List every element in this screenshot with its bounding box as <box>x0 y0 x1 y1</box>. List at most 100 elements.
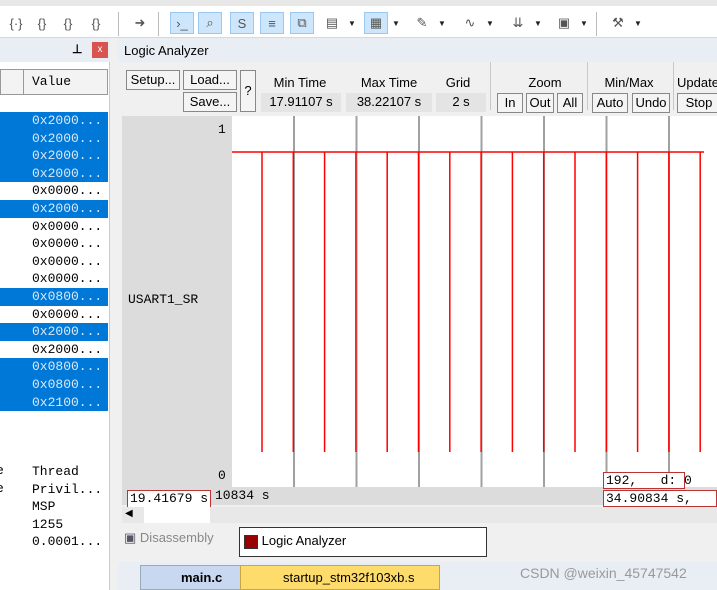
max-time-value: 38.22107 s <box>346 93 432 112</box>
brace-run-to-cursor-icon[interactable]: {} <box>84 12 108 34</box>
watermark: CSDN @weixin_45747542 <box>520 565 687 581</box>
toolbox-icon[interactable]: ⚒ <box>606 12 630 34</box>
toolbar: {·}{}{}{} ➜ ›_ ⌕ S ≡ ⧉ ▤ ▼ ▦ ▼ ✎ ▼ ∿ ▼ ⇊ ▼ ▣ ▼ ⚒ ▼ <box>0 0 717 38</box>
auto-button[interactable]: Auto <box>592 93 628 113</box>
watch-row[interactable]: 0x0000... <box>0 270 108 288</box>
watch-row[interactable]: 0x0000... <box>0 218 108 236</box>
undo-button[interactable]: Undo <box>632 93 670 113</box>
setup-button[interactable]: Setup... <box>126 70 180 90</box>
zoom-all-button[interactable]: All <box>557 93 583 113</box>
stop-button[interactable]: Stop <box>677 93 717 113</box>
window-titlebar: Logic Analyzer <box>118 38 717 62</box>
memory-window-icon[interactable]: ▦ <box>364 12 388 34</box>
column-value[interactable]: Value <box>32 74 71 89</box>
bottom-tabs: ▣ Disassembly Logic Analyzer <box>118 527 717 557</box>
watch-row[interactable]: Thread <box>0 463 108 481</box>
horizontal-scrollbar[interactable]: ◀ <box>122 507 717 523</box>
cursor-time-readout: 34.90834 s, d: <box>603 490 717 507</box>
watch-row[interactable]: 0x2000... <box>0 341 108 359</box>
zoom-in-button[interactable]: In <box>497 93 523 113</box>
signal-name[interactable]: USART1_SR <box>128 292 198 307</box>
watch-row[interactable]: 0x0800... <box>0 376 108 394</box>
disassembly-icon: ▣ <box>124 530 137 545</box>
system-viewer-icon[interactable]: ▣ <box>552 12 576 34</box>
scrollbar-thumb[interactable] <box>144 507 210 523</box>
watch-row[interactable]: 0x0000... <box>0 235 108 253</box>
left-time-readout: 19.41679 s <box>127 490 212 508</box>
row-name: e <box>0 481 4 496</box>
min-time-label: Min Time <box>273 75 327 90</box>
grid-label: Grid <box>445 75 471 90</box>
disassembly-window-icon[interactable]: ⌕ <box>198 12 222 34</box>
toolbar-separator <box>158 12 159 36</box>
trace-window-icon[interactable]: ⇊ <box>506 12 530 34</box>
file-tab-startup[interactable]: startup_stm32f103xb.s <box>240 565 440 590</box>
file-tabs: main.c startup_stm32f103xb.s CSDN @weixi… <box>118 562 717 590</box>
dropdown-arrow-icon[interactable]: ▼ <box>438 19 446 28</box>
command-window-icon[interactable]: ›_ <box>170 12 194 34</box>
y-max-label: 1 <box>218 122 226 137</box>
tab-label: main.c <box>181 570 223 585</box>
analysis-window-icon[interactable]: ∿ <box>458 12 482 34</box>
max-time-label: Max Time <box>360 75 418 90</box>
tab-label: Logic Analyzer <box>261 533 347 548</box>
watch-panel: ⊥ x Value 0x2000... 0x2000... 0x2000... 0x2… <box>0 38 110 590</box>
grid-value: 2 s <box>436 93 486 112</box>
watch-row[interactable]: 0x0000... <box>0 306 108 324</box>
registers-window-icon[interactable]: ≡ <box>260 12 284 34</box>
watch-row[interactable]: 0x2000... <box>0 112 108 130</box>
watch-row[interactable]: 0.0001... <box>0 533 108 551</box>
dropdown-arrow-icon[interactable]: ▼ <box>486 19 494 28</box>
watch-row[interactable]: 0x2000... <box>0 147 108 165</box>
zoom-out-button[interactable]: Out <box>526 93 554 113</box>
watch-row[interactable]: Privil... <box>0 481 108 499</box>
panel-header: ⊥ x <box>0 38 110 62</box>
dropdown-arrow-icon[interactable]: ▼ <box>534 19 542 28</box>
dropdown-arrow-icon[interactable]: ▼ <box>392 19 400 28</box>
brace-step-into-icon[interactable]: {·} <box>4 12 28 34</box>
update-label: Update <box>677 75 717 90</box>
symbols-window-icon[interactable]: S <box>230 12 254 34</box>
signal-names-pane: 1 USART1_SR 0 <box>122 116 232 487</box>
waveform-plot[interactable] <box>232 116 717 487</box>
watch-row[interactable]: 0x2000... <box>0 323 108 341</box>
watch-row[interactable]: 0x0800... <box>0 358 108 376</box>
minmax-label: Min/Max <box>604 75 654 90</box>
watch-row[interactable]: 0x0000... <box>0 253 108 271</box>
tab-disassembly[interactable]: ▣ Disassembly <box>124 530 214 554</box>
window-title: Logic Analyzer <box>124 43 209 58</box>
call-stack-icon[interactable]: ⧉ <box>290 12 314 34</box>
watch-row[interactable]: 0x0000... <box>0 182 108 200</box>
scroll-left-icon[interactable]: ◀ <box>125 508 133 519</box>
mid-time-readout: 10834 s <box>215 488 270 503</box>
dropdown-arrow-icon[interactable]: ▼ <box>580 19 588 28</box>
row-name: e <box>0 463 4 478</box>
toolbar-separator <box>118 12 119 36</box>
watch-window-icon[interactable]: ▤ <box>320 12 344 34</box>
zoom-label: Zoom <box>528 75 562 90</box>
y-min-label: 0 <box>218 468 226 483</box>
watch-row[interactable]: MSP <box>0 498 108 516</box>
tab-logic-analyzer[interactable]: Logic Analyzer <box>239 527 487 557</box>
pin-icon[interactable]: ⊥ <box>72 42 82 56</box>
column-header: Value <box>0 69 108 95</box>
watch-row[interactable]: 0x0800... <box>0 288 108 306</box>
dropdown-arrow-icon[interactable]: ▼ <box>348 19 356 28</box>
brace-step-out-icon[interactable]: {} <box>56 12 80 34</box>
serial-window-icon[interactable]: ✎ <box>410 12 434 34</box>
help-button[interactable]: ? <box>240 70 256 112</box>
load-button[interactable]: Load... <box>183 70 237 90</box>
tab-label: startup_stm32f103xb.s <box>283 570 415 585</box>
save-button[interactable]: Save... <box>183 92 237 112</box>
watch-row[interactable]: 0x2000... <box>0 129 108 148</box>
watch-row[interactable]: 0x2000... <box>0 164 108 183</box>
tab-label: Disassembly <box>139 530 214 545</box>
watch-row[interactable]: 0x2000... <box>0 200 108 218</box>
brace-step-over-icon[interactable]: {} <box>30 12 54 34</box>
close-icon[interactable]: x <box>92 42 108 58</box>
arrow-right-icon[interactable]: ➜ <box>128 12 152 34</box>
dropdown-arrow-icon[interactable]: ▼ <box>634 19 642 28</box>
watch-row[interactable]: 1255 <box>0 516 108 534</box>
watch-row[interactable]: 0x2100... <box>0 393 108 412</box>
min-time-value: 17.91107 s <box>261 93 341 112</box>
